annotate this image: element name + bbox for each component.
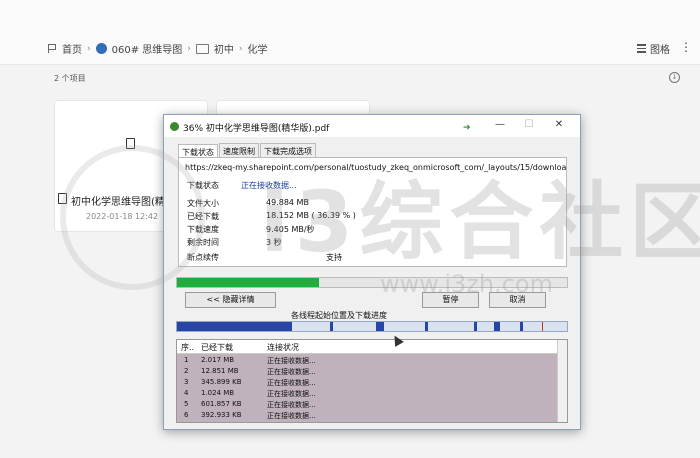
thread-row[interactable]: 3 345.899 KB 正在接收数据... <box>177 377 557 387</box>
thread-segment <box>474 322 477 331</box>
thread-segment <box>520 322 523 331</box>
thread-segment <box>542 322 543 331</box>
thread-row[interactable]: 5 601.857 KB 正在接收数据... <box>177 399 557 409</box>
row-state: 正在接收数据... <box>267 390 316 398</box>
row-state: 正在接收数据... <box>267 357 316 365</box>
breadcrumb-home[interactable]: 首页 <box>62 41 82 56</box>
field-value: 18.152 MB ( 36.39 % ) <box>266 211 356 220</box>
breadcrumb-site[interactable]: 060# 思维导图 <box>112 41 183 56</box>
cancel-button[interactable]: 取消 <box>489 292 546 308</box>
download-dialog: 36% 初中化学思维导图(精华版).pdf ➔ — ☐ ✕ 下载状态 速度限制 … <box>163 114 581 430</box>
thread-segment <box>494 322 500 331</box>
chevron-right-icon: › <box>238 43 243 54</box>
items-count-bar: 2 个项目 ↓ <box>0 65 700 91</box>
download-icon[interactable]: ↓ <box>669 72 680 83</box>
column-header[interactable]: 连接状况 <box>267 342 299 353</box>
thread-segment <box>330 322 333 331</box>
status-label: 下载状态 <box>187 181 219 190</box>
more-options-icon[interactable]: ⋮ <box>680 40 692 54</box>
field-label: 剩余时间 <box>187 238 219 247</box>
row-number: 3 <box>184 378 189 386</box>
row-number: 2 <box>184 367 189 375</box>
maximize-button[interactable]: ☐ <box>519 119 539 130</box>
thread-list-header: 序.. 已经下载 连接状况 <box>177 340 557 354</box>
chevron-right-icon: › <box>187 43 191 54</box>
thread-progress-caption: 各线程起始位置及下载进度 <box>291 311 387 320</box>
top-bar <box>0 0 700 35</box>
row-downloaded: 1.024 MB <box>201 389 235 397</box>
list-scrollbar[interactable] <box>557 340 567 422</box>
thread-row[interactable]: 4 1.024 MB 正在接收数据... <box>177 388 557 398</box>
thread-list: 序.. 已经下载 连接状况 1 2.017 MB 正在接收数据... 2 12.… <box>176 339 568 423</box>
download-url: https://zkeq-my.sharepoint.com/personal/… <box>185 163 567 172</box>
breadcrumb-current[interactable]: 化学 <box>247 41 267 56</box>
site-icon <box>95 43 107 54</box>
row-state: 正在接收数据... <box>267 368 316 376</box>
arrow-right-icon: ➔ <box>463 123 471 133</box>
row-number: 1 <box>184 356 189 364</box>
view-toggle[interactable]: 图格 <box>637 41 670 56</box>
column-header[interactable]: 已经下载 <box>201 342 233 353</box>
grid-view-icon <box>637 44 646 53</box>
file-date: 2022-01-18 12:42 <box>86 212 159 221</box>
row-downloaded: 2.017 MB <box>201 356 235 364</box>
field-label: 已经下载 <box>187 212 219 221</box>
thread-segment <box>425 322 428 331</box>
row-downloaded: 601.857 KB <box>201 400 242 408</box>
chevron-right-icon: › <box>87 43 91 54</box>
row-number: 6 <box>184 411 189 419</box>
pause-button[interactable]: 暂停 <box>422 292 479 308</box>
row-state: 正在接收数据... <box>267 401 316 409</box>
status-panel: https://zkeq-my.sharepoint.com/personal/… <box>178 157 567 267</box>
close-button[interactable]: ✕ <box>549 119 569 130</box>
row-downloaded: 12.851 MB <box>201 367 239 375</box>
row-downloaded: 392.933 KB <box>201 411 242 419</box>
file-name[interactable]: 初中化学思维导图(精华版).pdf <box>71 193 165 208</box>
hide-details-button[interactable]: << 隐藏详情 <box>185 292 276 308</box>
items-count: 2 个项目 <box>54 74 86 83</box>
field-value: 9.405 MB/秒 <box>266 225 315 234</box>
thread-segment <box>376 322 384 331</box>
status-value: 正在接收数据... <box>241 181 297 190</box>
breadcrumb-bar: 首页 › 060# 思维导图 › 初中 › 化学 图格 ⋮ <box>0 34 700 65</box>
row-number: 4 <box>184 389 189 397</box>
field-label: 下载速度 <box>187 225 219 234</box>
thread-progress-bar <box>176 321 568 332</box>
thread-segment <box>177 322 292 331</box>
column-header[interactable]: 序.. <box>181 342 194 353</box>
field-label: 断点续传 <box>187 253 219 262</box>
breadcrumb-folder[interactable]: 初中 <box>214 41 234 56</box>
view-label: 图格 <box>650 45 670 56</box>
dialog-title: 36% 初中化学思维导图(精华版).pdf <box>183 124 330 134</box>
pdf-file-icon <box>58 193 67 204</box>
row-downloaded: 345.899 KB <box>201 378 242 386</box>
row-state: 正在接收数据... <box>267 412 316 420</box>
field-value: 3 秒 <box>266 238 282 247</box>
thread-row[interactable]: 1 2.017 MB 正在接收数据... <box>177 355 557 365</box>
minimize-button[interactable]: — <box>490 119 510 130</box>
download-progress-bar <box>176 277 568 288</box>
thread-row[interactable]: 2 12.851 MB 正在接收数据... <box>177 366 557 376</box>
row-number: 5 <box>184 400 189 408</box>
field-value: 49.884 MB <box>266 198 309 207</box>
progress-fill <box>177 278 319 287</box>
dialog-titlebar[interactable]: 36% 初中化学思维导图(精华版).pdf ➔ — ☐ ✕ <box>164 115 580 137</box>
download-app-icon <box>170 122 179 131</box>
thread-row[interactable]: 6 392.933 KB 正在接收数据... <box>177 410 557 420</box>
row-state: 正在接收数据... <box>267 379 316 387</box>
pdf-file-icon <box>126 138 135 149</box>
folder-icon <box>195 43 209 54</box>
home-flag-icon <box>48 44 57 53</box>
field-value: 支持 <box>326 253 342 262</box>
breadcrumb: 首页 › 060# 思维导图 › 初中 › 化学 <box>48 41 267 56</box>
field-label: 文件大小 <box>187 199 219 208</box>
